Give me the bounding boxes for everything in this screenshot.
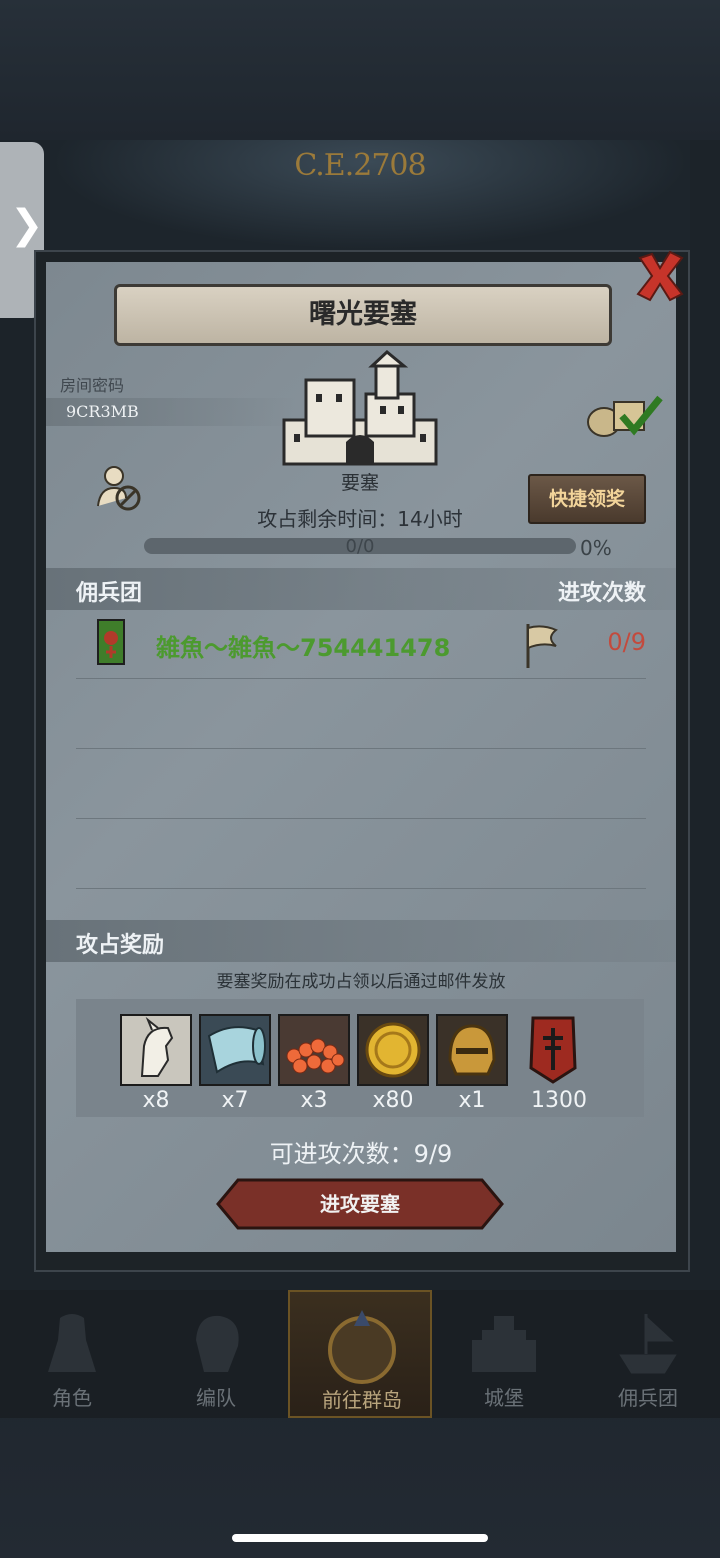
reward-item[interactable] (120, 1014, 192, 1086)
horse-icon (122, 1016, 190, 1084)
reward-item[interactable] (436, 1014, 508, 1086)
reward-count: 1300 (531, 1088, 587, 1113)
attack-fortress-label: 进攻要塞 (320, 1192, 400, 1216)
mercenary-section-title: 佣兵团 (76, 581, 143, 606)
fortress-label: 要塞 (340, 472, 379, 494)
reward-item[interactable] (523, 1014, 595, 1090)
reward-item[interactable] (278, 1014, 350, 1086)
reward-count: x8 (142, 1088, 170, 1113)
nav-label: 角色 (52, 1386, 92, 1410)
home-indicator[interactable] (232, 1534, 488, 1542)
user-block-icon[interactable] (96, 464, 144, 512)
attack-fortress-button[interactable]: 进攻要塞 (216, 1178, 504, 1230)
nav-item-mercenary[interactable]: 佣兵团 (576, 1290, 720, 1418)
close-icon[interactable] (632, 248, 688, 304)
compass-icon (328, 1310, 396, 1384)
reward-item[interactable] (357, 1014, 429, 1086)
reward-note: 要塞奖励在成功占领以后通过邮件发放 (216, 972, 506, 992)
mercenary-attack-count: 0/9 (607, 628, 646, 656)
dialog-title: 曙光要塞 (114, 284, 612, 346)
era-title: C.E.2708 (294, 148, 426, 183)
top-background (0, 0, 720, 140)
guild-banner-icon (97, 619, 125, 665)
reward-item[interactable] (199, 1014, 271, 1086)
shield-banner-icon (529, 1016, 577, 1084)
reward-section-title: 攻占奖励 (76, 933, 165, 958)
reward-count: x1 (458, 1088, 486, 1113)
progress-text: 0/0 (345, 536, 375, 557)
helmet-icon (196, 1315, 239, 1372)
reward-count: x3 (300, 1088, 328, 1113)
chevron-right-icon: ❯ (10, 202, 44, 248)
nav-item-castle[interactable]: 城堡 (432, 1290, 576, 1418)
nav-label: 城堡 (484, 1386, 524, 1410)
empty-row-divider (76, 748, 646, 749)
reward-section-header: 攻占奖励 (46, 920, 676, 962)
progress-percent: 0% (580, 536, 612, 560)
room-password-value[interactable]: 9CR3MB (46, 398, 296, 426)
knight-icon (48, 1314, 96, 1372)
nav-item-formation[interactable]: 编队 (144, 1290, 288, 1418)
ship-icon (619, 1314, 677, 1374)
nav-label: 编队 (196, 1386, 236, 1410)
empty-row-divider (76, 818, 646, 819)
empty-row-divider (76, 888, 646, 889)
roe-icon (280, 1016, 348, 1084)
reward-count: x7 (221, 1088, 249, 1113)
fortress-icon (282, 350, 438, 466)
room-password-label: 房间密码 (60, 376, 125, 395)
helmet-icon (438, 1016, 506, 1084)
reward-claimed-icon[interactable] (584, 390, 664, 438)
nav-label: 前往群岛 (322, 1388, 402, 1412)
nav-item-islands[interactable]: 前往群岛 (288, 1290, 432, 1418)
flag-icon (526, 624, 558, 668)
remaining-time: 攻占剩余时间：14小时 (257, 507, 463, 531)
nav-label: 佣兵团 (618, 1386, 678, 1410)
castle-icon (472, 1316, 536, 1372)
mercenary-row[interactable]: 雑魚～雑魚～754441478 0/9 (76, 614, 646, 679)
cloth-icon (201, 1016, 269, 1084)
mercenary-name: 雑魚～雑魚～754441478 (156, 634, 451, 662)
remaining-attempts: 可进攻次数：9/9 (269, 1140, 453, 1168)
attack-count-title: 进攻次数 (557, 581, 646, 606)
quick-claim-button[interactable]: 快捷领奖 (528, 474, 646, 524)
reward-count: x80 (372, 1088, 414, 1113)
gold-coin-icon (359, 1016, 427, 1084)
nav-item-character[interactable]: 角色 (0, 1290, 144, 1418)
mercenary-section-header: 佣兵团 进攻次数 (46, 568, 676, 610)
